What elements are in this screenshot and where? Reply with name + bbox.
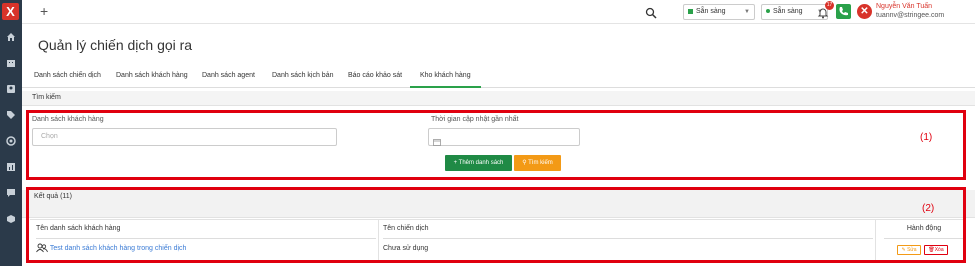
user-email: tuannv@stringee.com <box>876 12 945 19</box>
search-section-header: Tìm kiếm <box>22 91 975 106</box>
tab-script-list[interactable]: Danh sách kịch bản <box>272 66 333 88</box>
tag-icon[interactable] <box>6 110 16 120</box>
contact-icon[interactable] <box>6 84 16 94</box>
flag-icon <box>688 8 693 14</box>
page-title: Quản lý chiến dịch gọi ra <box>38 37 193 53</box>
sidebar: X <box>0 0 22 266</box>
notification-badge: 17 <box>825 1 834 10</box>
tab-agent-list[interactable]: Danh sách agent <box>202 66 255 88</box>
box-icon[interactable] <box>6 214 16 224</box>
tab-customer-store[interactable]: Kho khách hàng <box>410 66 481 88</box>
search-section-title: Tìm kiếm <box>32 94 61 101</box>
report-icon[interactable] <box>6 162 16 172</box>
tab-customer-list[interactable]: Danh sách khách hàng <box>116 66 188 88</box>
add-tab-button[interactable]: + <box>40 3 48 19</box>
highlight-box-1 <box>26 110 966 180</box>
phone-button[interactable] <box>836 4 851 19</box>
home-icon[interactable] <box>6 32 16 42</box>
status-dot-icon <box>766 9 770 14</box>
chevron-down-icon: ▼ <box>744 9 750 15</box>
chat-icon[interactable] <box>6 188 16 198</box>
search-icon[interactable] <box>645 6 657 19</box>
tab-survey-report[interactable]: Báo cáo khảo sát <box>348 66 402 88</box>
app-logo[interactable]: X <box>2 3 19 20</box>
user-name[interactable]: Nguyễn Văn Tuấn <box>876 3 932 10</box>
user-avatar[interactable]: ✕ <box>857 4 872 19</box>
agent-status-select[interactable]: Sẵn sàng ▼ <box>683 4 755 20</box>
tab-bar: Danh sách chiến dịch Danh sách khách hàn… <box>22 66 975 88</box>
highlight-box-2 <box>26 187 966 263</box>
highlight-marker-1: (1) <box>920 132 933 143</box>
tab-campaign-list[interactable]: Danh sách chiến dịch <box>34 66 101 88</box>
target-icon[interactable] <box>6 136 16 146</box>
building-icon[interactable] <box>6 58 16 68</box>
